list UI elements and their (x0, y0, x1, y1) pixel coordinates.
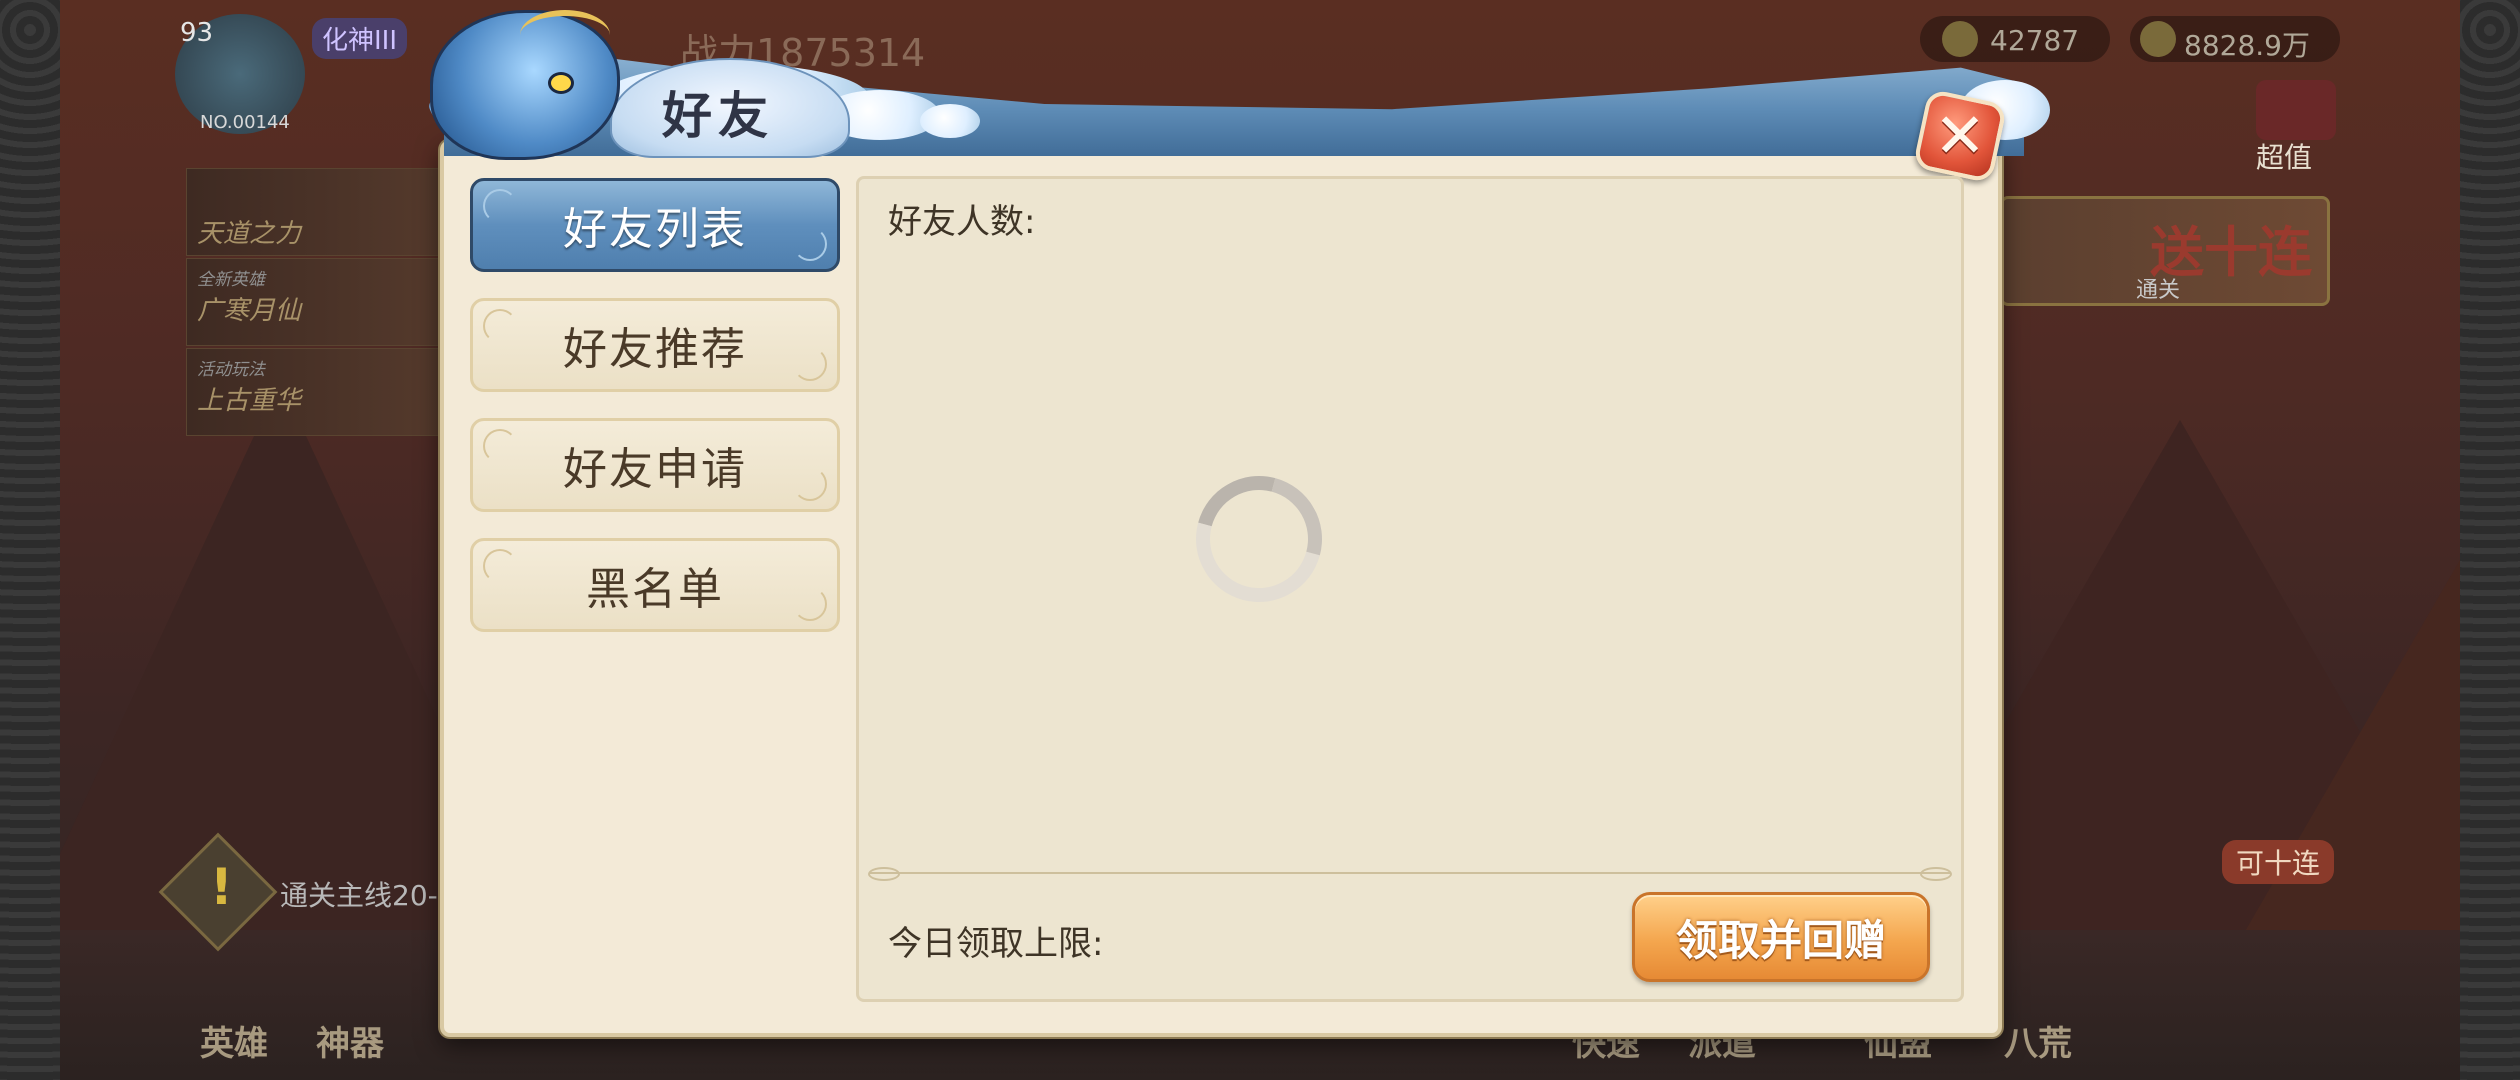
claim-and-return-button[interactable]: 领取并回赠 (1632, 892, 1930, 982)
rank-badge: 化神III (312, 18, 408, 59)
close-x-icon: ✕ (1934, 98, 1986, 172)
nav-heroes: 英雄 (200, 1024, 268, 1064)
dialog-title: 好友 (662, 87, 774, 145)
exclamation-icon: ! (210, 858, 233, 916)
friend-count-label: 好友人数: (888, 202, 1036, 242)
friend-list-panel (856, 176, 1964, 1002)
coin-icon (2140, 21, 2176, 57)
event-banner: 天道之力 (186, 168, 446, 256)
left-border-pattern (0, 0, 60, 1080)
nav-bahuang: 八荒 (2004, 1024, 2072, 1064)
right-border-pattern (2460, 0, 2520, 1080)
topup-label: 超值 (2256, 141, 2313, 174)
event-banner: 全新英雄 广寒月仙 (186, 258, 446, 346)
event-banner: 活动玩法 上古重华 (186, 348, 446, 436)
currency-gold: 42787 (1920, 16, 2110, 62)
nav-artifacts: 神器 (316, 1024, 384, 1064)
mascot-crown (520, 10, 610, 60)
player-number: NO.00144 (200, 112, 290, 133)
tab-blacklist[interactable]: 黑名单 (470, 538, 840, 632)
quest-text: 通关主线20- (280, 879, 438, 912)
divider (868, 867, 1952, 881)
ten-pull-badge: 可十连 (2222, 840, 2335, 884)
wave-decoration (920, 104, 980, 138)
mascot-eye (548, 72, 574, 94)
tab-friend-requests[interactable]: 好友申请 (470, 418, 840, 512)
close-button[interactable]: ✕ (1912, 88, 2008, 184)
promo-subtitle: 通关 (2136, 278, 2181, 303)
currency-coin: 8828.9万 (2130, 16, 2340, 62)
tab-friend-list[interactable]: 好友列表 (470, 178, 840, 272)
daily-limit-label: 今日领取上限: (888, 924, 1104, 964)
player-level: 93 (180, 18, 214, 48)
gold-icon (1942, 21, 1978, 57)
tab-friend-recommend[interactable]: 好友推荐 (470, 298, 840, 392)
topup-chest-icon (2256, 80, 2336, 140)
